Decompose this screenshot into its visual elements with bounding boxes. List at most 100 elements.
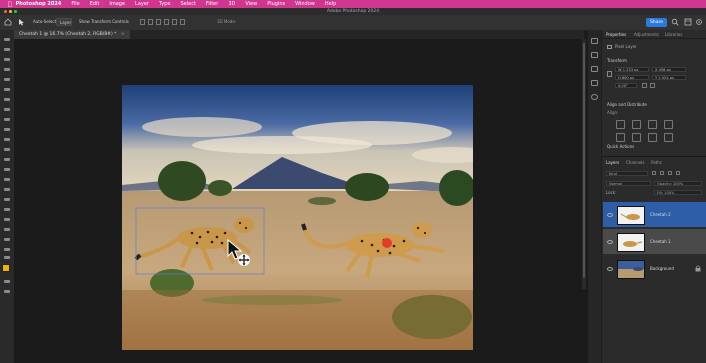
menu-edit[interactable]: Edit [90, 1, 100, 7]
more-tools-icon[interactable] [4, 256, 10, 259]
tab-layers[interactable]: Layers [606, 160, 619, 165]
settings-icon[interactable] [695, 18, 703, 26]
frame-tool-icon[interactable] [4, 98, 10, 101]
width-field[interactable]: W 1,233 px [615, 67, 649, 72]
object-selection-tool-icon[interactable] [4, 78, 10, 81]
character-panel-icon[interactable] [591, 80, 598, 86]
angle-field[interactable]: 0.00° [615, 83, 637, 88]
menu-image[interactable]: Image [109, 1, 125, 7]
dodge-tool-icon[interactable] [4, 188, 10, 191]
tab-channels[interactable]: Channels [626, 160, 645, 165]
move-tool-icon[interactable] [4, 38, 10, 41]
tab-paths[interactable]: Paths [651, 160, 662, 165]
pen-tool-icon[interactable] [4, 198, 10, 201]
align-bottom-edges-icon[interactable] [632, 133, 641, 142]
shape-tool-icon[interactable] [4, 228, 10, 231]
canvas-vertical-scrollbar[interactable] [582, 39, 586, 289]
paragraph-panel-icon[interactable] [591, 66, 598, 72]
link-dimensions-icon[interactable] [607, 71, 612, 77]
menu-window[interactable]: Window [295, 1, 315, 7]
zoom-tool-icon[interactable] [4, 248, 10, 251]
align-right-edges-icon[interactable] [648, 120, 657, 129]
filter-shape-icon[interactable] [676, 171, 680, 175]
distribute-horizontal-icon[interactable] [648, 133, 657, 142]
menu-3d[interactable]: 3D [228, 1, 235, 7]
workspace-icon[interactable] [684, 18, 692, 26]
history-brush-tool-icon[interactable] [4, 148, 10, 151]
align-horizontal-centers-icon[interactable] [632, 120, 641, 129]
brush-tool-icon[interactable] [4, 128, 10, 131]
align-top-icon[interactable] [164, 19, 169, 25]
align-top-edges-icon[interactable] [664, 120, 673, 129]
foreground-color-swatch[interactable] [2, 264, 10, 272]
y-position-field[interactable]: Y 1,024 px [652, 75, 686, 80]
home-icon[interactable] [4, 18, 12, 26]
layer-row-background[interactable]: Background [603, 256, 706, 281]
quick-mask-icon[interactable] [4, 280, 10, 283]
document-canvas[interactable] [122, 85, 473, 350]
eye-icon[interactable] [607, 267, 613, 271]
blur-tool-icon[interactable] [4, 178, 10, 181]
lasso-tool-icon[interactable] [4, 68, 10, 71]
auto-select-dropdown[interactable]: Layer [56, 18, 72, 26]
lock-icon[interactable] [695, 265, 701, 272]
blend-mode-dropdown[interactable]: Normal [606, 181, 651, 186]
menu-app-name[interactable]: Photoshop 2024 [16, 1, 62, 7]
tab-adjustments[interactable]: Adjustments [634, 32, 659, 37]
align-right-icon[interactable] [156, 19, 161, 25]
tab-libraries[interactable]: Libraries [665, 32, 682, 37]
layer-filter-kind[interactable]: Kind [606, 171, 648, 176]
crop-tool-icon[interactable] [4, 88, 10, 91]
tab-properties[interactable]: Properties [606, 32, 626, 37]
align-center-icon[interactable] [148, 19, 153, 25]
menu-select[interactable]: Select [180, 1, 195, 7]
transform-section-header[interactable]: Transform [607, 58, 627, 63]
artboard-tool-icon[interactable] [4, 48, 10, 51]
screen-mode-icon[interactable] [4, 290, 10, 293]
menu-filter[interactable]: Filter [206, 1, 218, 7]
fill-field[interactable]: Fill: 100% [654, 190, 702, 195]
layer-name[interactable]: Background [650, 266, 674, 271]
path-selection-tool-icon[interactable] [4, 218, 10, 221]
align-left-icon[interactable] [140, 19, 145, 25]
filter-adjustment-icon[interactable] [660, 171, 664, 175]
menu-layer[interactable]: Layer [135, 1, 149, 7]
menu-plugins[interactable]: Plugins [267, 1, 285, 7]
flip-horizontal-icon[interactable] [642, 83, 647, 88]
height-field[interactable]: H 800 px [615, 75, 649, 80]
align-vertical-centers-icon[interactable] [616, 133, 625, 142]
eyedropper-tool-icon[interactable] [4, 108, 10, 111]
healing-brush-tool-icon[interactable] [4, 118, 10, 121]
share-button[interactable]: Share [646, 18, 667, 27]
align-distribute-header[interactable]: Align and Distribute [607, 102, 647, 107]
layer-row-cheetah-2[interactable]: Cheetah 2 [603, 202, 706, 227]
menu-type[interactable]: Type [159, 1, 170, 7]
hand-tool-icon[interactable] [4, 238, 10, 241]
show-transform-controls-checkbox[interactable]: Show Transform Controls [76, 18, 132, 26]
type-tool-icon[interactable] [4, 208, 10, 211]
distribute-vertical-icon[interactable] [664, 133, 673, 142]
search-icon[interactable] [671, 18, 679, 26]
quick-actions-header[interactable]: Quick Actions [607, 144, 634, 149]
menu-file[interactable]: File [71, 1, 79, 7]
history-panel-icon[interactable] [591, 38, 598, 44]
menu-view[interactable]: View [245, 1, 257, 7]
color-panel-icon[interactable] [591, 94, 598, 100]
scrollbar-thumb[interactable] [583, 43, 585, 278]
eye-icon[interactable] [607, 213, 613, 217]
layer-row-cheetah-1[interactable]: Cheetah 1 [603, 229, 706, 254]
align-bottom-icon[interactable] [180, 19, 185, 25]
eye-icon[interactable] [607, 240, 613, 244]
clone-stamp-tool-icon[interactable] [4, 138, 10, 141]
menu-help[interactable]: Help [325, 1, 336, 7]
document-tab[interactable]: Cheetah 1 @ 16.7% (Cheetah 2, RGB/8#) * … [14, 30, 130, 39]
marquee-tool-icon[interactable] [4, 58, 10, 61]
filter-pixel-icon[interactable] [652, 171, 656, 175]
opacity-field[interactable]: Opacity: 100% [654, 181, 702, 186]
align-left-edges-icon[interactable] [616, 120, 625, 129]
move-tool-icon[interactable] [17, 18, 26, 26]
eraser-tool-icon[interactable] [4, 158, 10, 161]
brush-settings-icon[interactable] [591, 52, 598, 58]
apple-icon[interactable]:  [8, 1, 12, 8]
align-middle-icon[interactable] [172, 19, 177, 25]
